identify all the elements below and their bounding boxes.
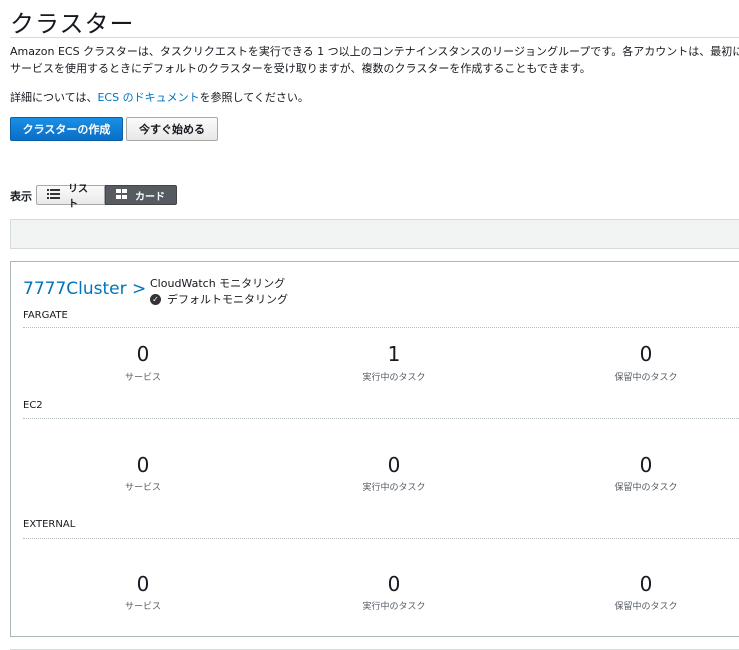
fargate-running-tasks-caption: 実行中のタスク: [362, 373, 426, 383]
filter-bar: [10, 219, 739, 249]
view-label: 表示: [10, 190, 32, 203]
ec2-services-count: 0: [136, 453, 150, 477]
section-label-fargate: FARGATE: [23, 310, 68, 321]
cluster-name-link[interactable]: 7777Cluster >: [23, 279, 146, 299]
section-label-ec2: EC2: [23, 400, 43, 411]
cloudwatch-status-text: デフォルトモニタリング: [167, 293, 288, 306]
grid-icon: [116, 188, 127, 202]
external-running-tasks-count: 0: [387, 572, 401, 596]
list-icon: [47, 188, 60, 202]
ec2-running-tasks-caption: 実行中のタスク: [362, 483, 426, 493]
section-label-external: EXTERNAL: [23, 519, 76, 530]
cloudwatch-monitoring-status: ✓ デフォルトモニタリング: [150, 291, 288, 307]
external-services-count: 0: [136, 572, 150, 596]
page-description: Amazon ECS クラスターは、タスクリクエストを実行できる 1 つ以上のコ…: [10, 45, 739, 75]
list-view-button[interactable]: リスト: [36, 184, 105, 210]
ec2-pending-tasks-caption: 保留中のタスク: [614, 483, 678, 493]
create-cluster-button[interactable]: クラスターの作成: [10, 117, 123, 141]
fargate-running-tasks-count: 1: [387, 342, 401, 366]
external-pending-tasks-count: 0: [639, 572, 653, 596]
details-text: 詳細については、ECS のドキュメントを参照してください。: [10, 89, 309, 105]
fargate-pending-tasks-caption: 保留中のタスク: [614, 373, 678, 383]
ec2-running-tasks-count: 0: [387, 453, 401, 477]
ec2-pending-tasks-count: 0: [639, 453, 653, 477]
external-services-caption: サービス: [124, 602, 161, 612]
get-started-button[interactable]: 今すぐ始める: [126, 117, 218, 141]
external-running-tasks-caption: 実行中のタスク: [362, 602, 426, 612]
list-view-label: リスト: [68, 184, 88, 210]
details-suffix: を参照してください。: [199, 91, 309, 104]
check-circle-icon: ✓: [150, 293, 161, 305]
external-pending-tasks-caption: 保留中のタスク: [614, 602, 678, 612]
card-view-button[interactable]: カード: [105, 185, 177, 205]
fargate-pending-tasks-count: 0: [639, 342, 653, 366]
card-view-label: カード: [135, 191, 165, 203]
section-divider: [23, 538, 739, 539]
fargate-services-count: 0: [136, 342, 150, 366]
page-title: クラスター: [10, 10, 135, 38]
ec2-services-caption: サービス: [124, 483, 161, 493]
details-prefix: 詳細については、: [10, 91, 98, 104]
cloudwatch-monitoring-title: CloudWatch モニタリング: [150, 277, 286, 290]
section-divider: [23, 327, 739, 328]
section-divider: [23, 418, 739, 419]
ecs-documentation-link[interactable]: ECS のドキュメント: [97, 91, 199, 104]
title-divider: [10, 37, 739, 38]
fargate-services-caption: サービス: [124, 373, 161, 383]
view-toggle: リスト カード: [36, 184, 177, 210]
